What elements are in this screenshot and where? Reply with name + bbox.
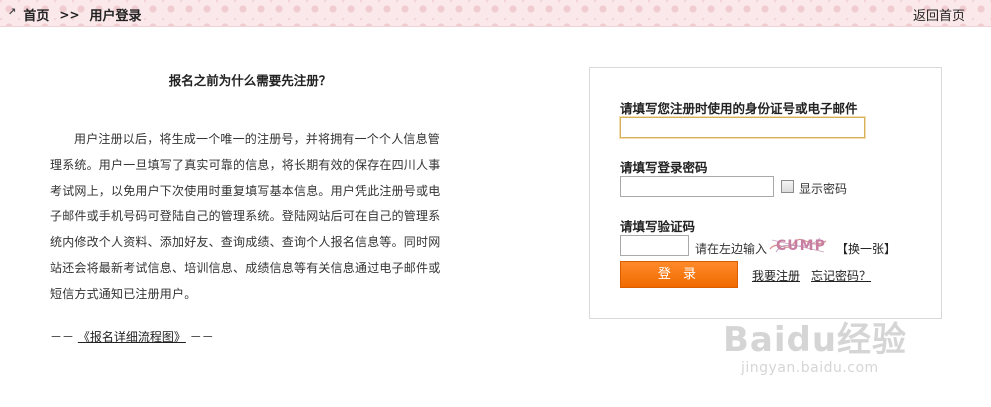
flow-chart-link[interactable]: 《报名详细流程图》 (78, 330, 186, 344)
password-label: 请填写登录密码 (620, 160, 708, 175)
register-link[interactable]: 我要注册 (752, 267, 800, 284)
info-paragraph: 用户注册以后，将生成一个唯一的注册号，并将拥有一个个人信息管理系统。用户一旦填写… (50, 132, 441, 301)
arrow-up-right-icon: ↗ (8, 7, 17, 18)
captcha-image[interactable]: CUMP (768, 234, 828, 256)
watermark-logo: Baidu经验 (723, 320, 908, 360)
watermark-url: jingyan.baidu.com (741, 360, 879, 376)
captcha-label: 请填写验证码 (620, 219, 696, 234)
baidu-jingyan-watermark: Baidu经验 jingyan.baidu.com (723, 312, 943, 382)
flow-chart-line: －－ 《报名详细流程图》 －－ (50, 328, 450, 345)
breadcrumb-current: 用户登录 (89, 9, 142, 24)
info-title: 报名之前为什么需要先注册？ (168, 73, 332, 88)
forgot-password-link[interactable]: 忘记密码？ (811, 267, 871, 284)
login-button[interactable]: 登 录 (620, 261, 738, 288)
captcha-input[interactable] (620, 235, 689, 256)
password-input[interactable] (620, 176, 774, 197)
registration-info: 报名之前为什么需要先注册？ 用户注册以后，将生成一个唯一的注册号，并将拥有一个个… (50, 70, 450, 345)
breadcrumb-home[interactable]: 首页 (23, 5, 49, 24)
id-input[interactable] (620, 117, 865, 138)
flow-suffix: －－ (189, 329, 214, 344)
flow-prefix: －－ (50, 329, 75, 344)
captcha-hint: 请在左边输入 (695, 242, 768, 256)
captcha-text: CUMP (776, 238, 826, 254)
show-password-checkbox[interactable] (781, 180, 794, 193)
change-captcha-link[interactable]: 【换一张】 (836, 240, 896, 257)
back-home-link[interactable]: 返回首页 (913, 5, 965, 24)
login-panel: 请填写您注册时使用的身份证号或电子邮件 请填写登录密码 显示密码 请填写验证码 … (589, 67, 942, 319)
id-label: 请填写您注册时使用的身份证号或电子邮件 (620, 101, 858, 116)
breadcrumb: ↗ 首页 >> 用户登录 (8, 5, 142, 24)
breadcrumb-separator: >> (59, 7, 80, 22)
show-password-label[interactable]: 显示密码 (799, 180, 847, 197)
top-nav-bar: ↗ 首页 >> 用户登录 返回首页 (0, 0, 991, 27)
